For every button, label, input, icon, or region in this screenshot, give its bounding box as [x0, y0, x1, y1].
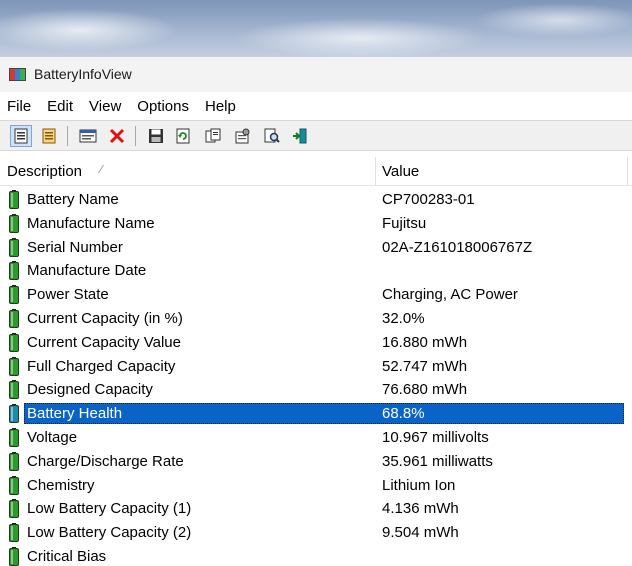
column-divider[interactable] [627, 157, 628, 186]
item-value: 02A-Z161018006767Z [382, 238, 533, 256]
list-item[interactable]: Full Charged Capacity 52.747 mWh [0, 355, 632, 379]
list-item[interactable]: Manufacture Name Fujitsu [0, 212, 632, 236]
list-item[interactable]: Low Battery Capacity (1) 4.136 mWh [0, 497, 632, 521]
sort-indicator-icon: ⁄ [100, 163, 102, 176]
battery-icon [9, 213, 19, 233]
item-description: Manufacture Date [27, 262, 147, 280]
properties-window-icon[interactable] [77, 125, 99, 147]
item-description: Low Battery Capacity (1) [27, 500, 192, 518]
title-bar[interactable]: BatteryInfoView [0, 57, 632, 92]
menu-file[interactable]: File [7, 98, 31, 115]
battery-icon [9, 451, 19, 471]
item-value: CP700283-01 [382, 191, 475, 208]
battery-info-list[interactable]: Description ⁄ Value Battery Name CP700283… [0, 151, 632, 566]
list-item[interactable]: Serial Number 02A-Z161018006767Z [0, 236, 632, 260]
menu-bar: File Edit View Options Help [0, 92, 632, 120]
list-item[interactable]: Manufacture Date [0, 259, 632, 283]
battery-icon [9, 427, 19, 447]
list-item[interactable]: Battery Health 68.8% [0, 402, 632, 426]
battery-icon [9, 404, 19, 424]
item-description: Battery Health [27, 405, 123, 423]
item-value: 32.0% [382, 309, 425, 327]
item-description: Current Capacity Value [27, 333, 181, 351]
item-description: Battery Name [27, 191, 119, 208]
battery-icon [9, 380, 19, 400]
battery-icon [9, 332, 19, 352]
item-value: Charging, AC Power [382, 286, 518, 304]
delete-icon[interactable] [106, 125, 128, 147]
window-title: BatteryInfoView [34, 66, 132, 82]
list-item[interactable]: Low Battery Capacity (2) 9.504 mWh [0, 521, 632, 545]
list-item[interactable]: Chemistry Lithium Ion [0, 474, 632, 498]
item-value: Lithium Ion [382, 476, 456, 494]
battery-icon [9, 308, 19, 328]
item-description: Charge/Discharge Rate [27, 452, 184, 470]
list-rows: Battery Name CP700283-01 Manufacture Name F… [0, 188, 632, 566]
refresh-icon[interactable] [172, 125, 194, 147]
battery-icon [9, 285, 19, 305]
item-value: Fujitsu [382, 214, 427, 232]
battery-icon [9, 356, 19, 376]
battery-log-mode-icon[interactable] [38, 125, 60, 147]
list-item[interactable]: Current Capacity Value 16.880 mWh [0, 331, 632, 355]
item-value: 16.880 mWh [382, 333, 468, 351]
list-item[interactable]: Current Capacity (in %) 32.0% [0, 307, 632, 331]
menu-view[interactable]: View [89, 98, 121, 115]
item-description: Current Capacity (in %) [27, 309, 183, 327]
toolbar-separator [67, 126, 68, 146]
list-header: Description ⁄ Value [0, 151, 632, 186]
item-description: Designed Capacity [27, 381, 153, 399]
item-value: 9.504 mWh [382, 524, 459, 542]
item-value: 76.680 mWh [382, 381, 468, 399]
list-item[interactable]: Charge/Discharge Rate 35.961 milliwatts [0, 450, 632, 474]
item-description: Chemistry [27, 476, 95, 494]
item-description: Low Battery Capacity (2) [27, 524, 192, 542]
desktop-wallpaper [0, 0, 632, 57]
properties-icon[interactable] [231, 125, 253, 147]
battery-icon [9, 546, 19, 566]
item-value: 4.136 mWh [382, 500, 459, 518]
item-value: 68.8% [382, 405, 425, 423]
list-item[interactable]: Voltage 10.967 millivolts [0, 426, 632, 450]
battery-icon [9, 523, 19, 543]
app-window: BatteryInfoView File Edit View Options H… [0, 57, 632, 566]
battery-icon [9, 261, 19, 281]
list-item[interactable]: Power State Charging, AC Power [0, 283, 632, 307]
column-header-value[interactable]: Value [382, 163, 419, 180]
battery-icon [9, 237, 19, 257]
item-description: Critical Bias [27, 547, 107, 565]
copy-icon[interactable] [202, 125, 224, 147]
app-icon [9, 68, 26, 81]
item-value: 52.747 mWh [382, 357, 468, 375]
list-item[interactable]: Designed Capacity 76.680 mWh [0, 378, 632, 402]
item-value: 10.967 millivolts [382, 428, 489, 446]
column-header-description[interactable]: Description [7, 163, 82, 180]
item-description: Serial Number [27, 238, 123, 256]
toolbar-separator [135, 126, 136, 146]
find-icon[interactable] [261, 125, 283, 147]
battery-icon [9, 190, 19, 209]
item-description: Voltage [27, 428, 78, 446]
save-icon[interactable] [145, 125, 167, 147]
menu-options[interactable]: Options [137, 98, 189, 115]
exit-icon[interactable] [289, 125, 311, 147]
menu-help[interactable]: Help [205, 98, 236, 115]
item-description: Manufacture Name [27, 214, 155, 232]
battery-icon [9, 499, 19, 519]
toolbar [0, 120, 632, 151]
item-description: Power State [27, 286, 109, 304]
menu-edit[interactable]: Edit [47, 98, 73, 115]
battery-info-mode-icon[interactable] [10, 125, 32, 147]
column-divider[interactable] [375, 157, 376, 186]
list-item[interactable]: Battery Name CP700283-01 [0, 188, 632, 212]
item-description: Full Charged Capacity [27, 357, 176, 375]
list-item[interactable]: Critical Bias [0, 545, 632, 566]
item-value: 35.961 milliwatts [382, 452, 493, 470]
battery-icon [9, 475, 19, 495]
